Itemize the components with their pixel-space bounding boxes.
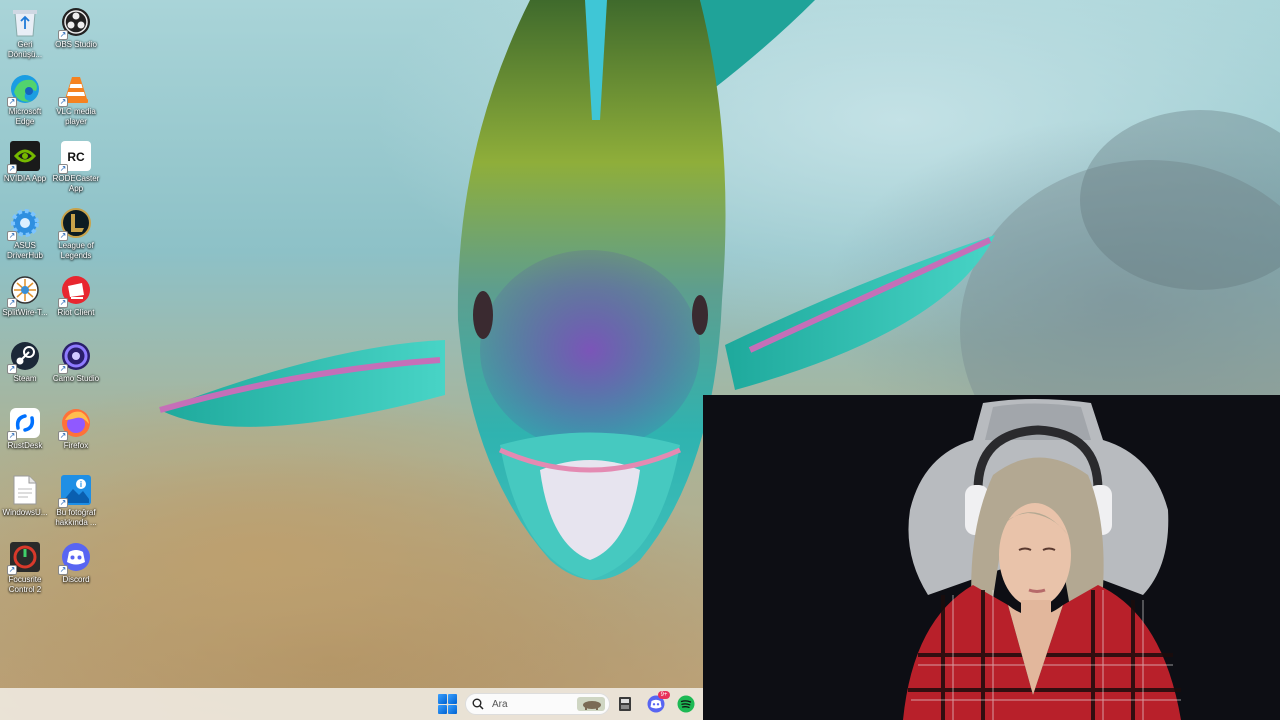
camo-studio-icon: ↗ (58, 340, 92, 374)
file-explorer-icon[interactable] (615, 694, 635, 714)
desktop-icon-label: Riot Client (57, 308, 95, 317)
taskbar: Ara 9+ (0, 688, 703, 720)
windows-start-icon[interactable] (438, 694, 458, 714)
asus-driverhub-icon: ↗ (7, 207, 41, 241)
desktop-icon-camo-studio[interactable]: ↗ Camo Studio (51, 338, 101, 384)
desktop-icon-label: OBS Studio (55, 40, 97, 49)
desktop-icon-label: Focusrite Control 2 (8, 575, 42, 594)
steam-icon: ↗ (7, 340, 41, 374)
desktop-icon-firefox[interactable]: ↗ Firefox (51, 405, 101, 451)
desktop-icon-vlc[interactable]: ↗ VLC media player (51, 71, 101, 127)
rodecaster-icon: RC ↗ (58, 140, 92, 174)
taskbar-search-box[interactable]: Ara (465, 693, 610, 715)
search-highlight-icon (577, 697, 605, 711)
obs-studio-icon: ↗ (58, 6, 92, 40)
desktop-icon-label: Microsoft Edge (8, 107, 42, 126)
photo-info-icon: i ↗ (58, 474, 92, 508)
desktop-icon-discord[interactable]: ↗ Discord (51, 539, 101, 585)
desktop-icon-rustdesk[interactable]: ↗ RustDesk (0, 405, 50, 451)
desktop-icon-label: VLC media player (56, 107, 96, 126)
search-icon (472, 698, 484, 710)
desktop-icon-windowsu[interactable]: WindowsU... (0, 472, 50, 518)
desktop-icon-label: Bu fotoğraf hakkında ... (55, 508, 97, 527)
svg-text:i: i (80, 480, 82, 489)
desktop-icon-label: Steam (13, 374, 37, 383)
desktop-icon-label: Discord (62, 575, 90, 584)
desktop-icon-label: SplitWire-T... (2, 308, 48, 317)
desktop-icon-riot-client[interactable]: ↗ Riot Client (51, 272, 101, 318)
riot-client-icon: ↗ (58, 274, 92, 308)
splitwire-icon: ↗ (7, 274, 41, 308)
desktop-icon-nvidia-app[interactable]: ↗ NVIDIA App (0, 138, 50, 184)
desktop-icon-steam[interactable]: ↗ Steam (0, 338, 50, 384)
focusrite-icon: ↗ (7, 541, 41, 575)
desktop-icon-asus-driverhub[interactable]: ↗ ASUS DriverHub (0, 205, 50, 261)
document-icon (9, 474, 41, 506)
league-of-legends-icon: ↗ (58, 207, 92, 241)
firefox-icon: ↗ (58, 407, 92, 441)
vlc-icon: ↗ (58, 73, 92, 107)
desktop-icon-rodecaster-app[interactable]: RC ↗ RODECaster App (51, 138, 101, 194)
desktop-icon-label: League of Legends (58, 241, 94, 260)
desktop-icon-splitwire[interactable]: ↗ SplitWire-T... (0, 272, 50, 318)
edge-icon: ↗ (7, 73, 41, 107)
discord-notification-badge: 9+ (658, 691, 670, 699)
desktop-icon-label: Geri Dönüşü... (7, 40, 43, 59)
webcam-streamer-feed (703, 395, 1280, 720)
webcam-overlay (703, 395, 1280, 720)
desktop-icon-label: RustDesk (7, 441, 43, 450)
desktop-icon-photo-info[interactable]: i ↗ Bu fotoğraf hakkında ... (51, 472, 101, 528)
recycle-bin-icon (9, 6, 41, 38)
desktop-icon-label: Camo Studio (52, 374, 100, 383)
desktop-icon-label: NVIDIA App (3, 174, 47, 183)
rustdesk-icon: ↗ (7, 407, 41, 441)
desktop-icon-microsoft-edge[interactable]: ↗ Microsoft Edge (0, 71, 50, 127)
svg-text:RC: RC (67, 150, 85, 164)
discord-icon: ↗ (58, 541, 92, 575)
desktop-icon-recycle-bin[interactable]: Geri Dönüşü... (0, 4, 50, 60)
desktop-icon-obs-studio[interactable]: ↗ OBS Studio (51, 4, 101, 50)
desktop-icon-league-of-legends[interactable]: ↗ League of Legends (51, 205, 101, 261)
desktop-icon-label: ASUS DriverHub (6, 241, 43, 260)
taskbar-discord-icon[interactable]: 9+ (646, 691, 670, 714)
spotify-icon[interactable] (676, 694, 696, 714)
nvidia-icon: ↗ (7, 140, 41, 174)
desktop-icon-label: RODECaster App (52, 174, 100, 193)
desktop-icon-label: WindowsU... (2, 508, 48, 517)
desktop-icon-label: Firefox (63, 441, 89, 450)
search-placeholder: Ara (492, 698, 508, 710)
desktop-icon-focusrite-control[interactable]: ↗ Focusrite Control 2 (0, 539, 50, 595)
